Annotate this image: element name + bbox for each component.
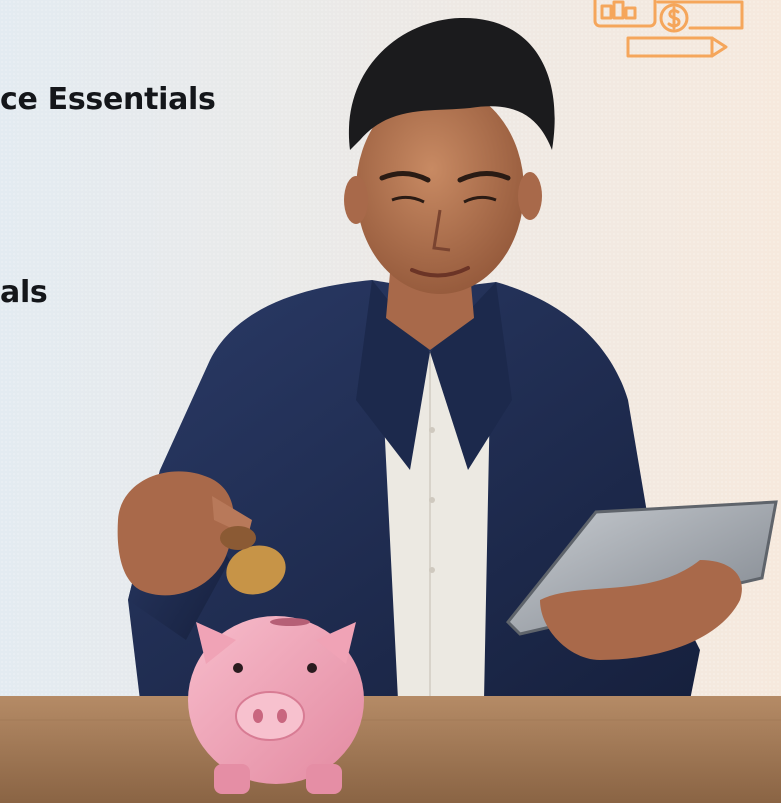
hero-photo (0, 17, 781, 803)
desk-surface (0, 696, 781, 803)
